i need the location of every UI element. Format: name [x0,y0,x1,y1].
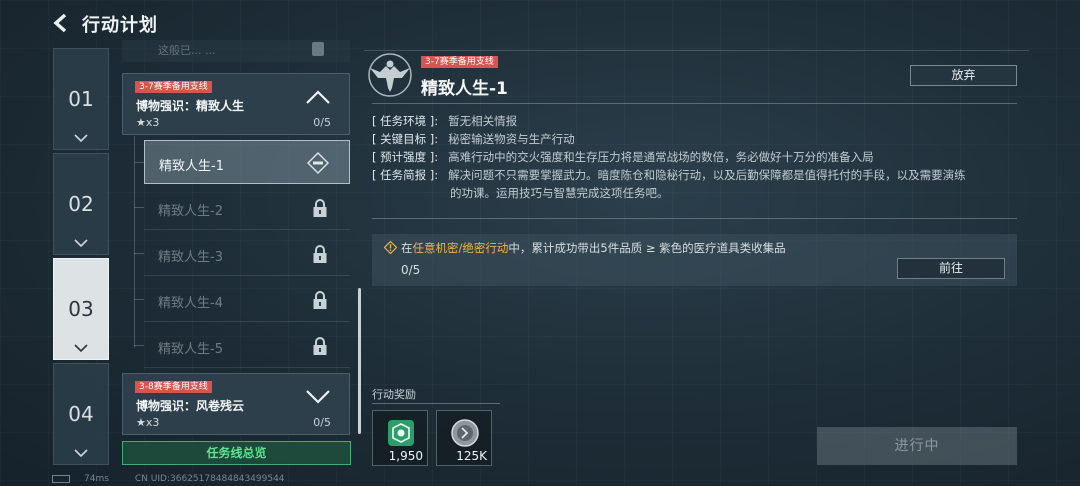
info-environment: [ 任务环境 ]: 暂无相关情报 [372,113,517,130]
sub-quest-5[interactable]: 精致人生-5 [134,324,350,368]
reward-quantity: 1,950 [388,449,423,463]
quest-list-scrollbar[interactable] [358,288,361,434]
info-key: [ 关键目标 ]: [372,132,439,146]
back-button[interactable] [50,12,74,34]
quest-stars: ★x3 [136,416,160,429]
sub-quest-1[interactable]: 精致人生-1 [135,140,350,184]
chapter-number: 03 [68,297,94,321]
info-value: 高难行动中的交火强度和生存压力将是通常战场的数倍，务必做好十万分的准备入局 [448,150,874,164]
info-brief-cont: 的功课。运用技巧与智慧完成这项任务吧。 [450,185,669,202]
info-value: 的功课。运用技巧与智慧完成这项任务吧。 [450,186,669,200]
panel-top-border [364,50,1029,51]
quest-stars: ★x3 [136,116,160,129]
task-text-post: 中，累计成功带出5件品质 ≥ 紫色的医疗道具类收集品 [508,241,786,255]
task-progress: 0/5 [401,263,421,277]
quest-progress: 0/5 [313,416,331,429]
reward-quantity: 125K [456,449,487,463]
ping-readout: 74ms [84,474,109,484]
quest-list: 这般已... ... 3-7赛季备用支线 博物强识：精致人生 ★x3 0/5 精… [122,40,354,466]
chapter-number: 02 [68,192,94,216]
tree-branch [134,253,144,254]
chapter-tab-02[interactable]: 02 [53,153,109,255]
chapter-number: 04 [68,402,94,426]
chapter-tab-01[interactable]: 01 [53,48,109,150]
task-description: 在任意机密/绝密行动中，累计成功带出5件品质 ≥ 紫色的医疗道具类收集品 [401,240,786,256]
back-arrow-icon [53,13,67,33]
task-objective: 在任意机密/绝密行动中，累计成功带出5件品质 ≥ 紫色的医疗道具类收集品 0/5… [372,234,1017,286]
reward-item[interactable]: 125K [436,410,492,466]
tree-branch [135,162,145,163]
lock-icon [313,337,327,355]
reward-label: 行动奖励 [372,388,416,401]
quest-card-next[interactable]: 3-8赛季备用支线 博物强识：风卷残云 ★x3 0/5 [122,373,350,435]
lock-icon [313,245,327,263]
diamond-info-icon [384,241,397,254]
chevron-up-icon[interactable] [305,88,331,106]
sub-quest-label: 精致人生-1 [159,159,224,174]
in-progress-button: 进行中 [817,427,1017,465]
info-key: [ 任务环境 ]: [372,114,439,128]
sub-quest-label: 精致人生-2 [158,204,223,219]
info-value: 解决问题不只需要掌握武力。暗度陈仓和隐秘行动，以及后勤保障都是值得托付的手段，以… [448,168,966,182]
detail-title: 精致人生-1 [421,79,508,99]
lock-icon [313,199,327,217]
info-key: [ 预计强度 ]: [372,150,439,164]
quest-card-current[interactable]: 3-7赛季备用支线 博物强识：精致人生 ★x3 0/5 [122,73,350,135]
chapter-tab-04[interactable]: 04 [53,363,109,465]
chevron-down-icon [74,344,88,353]
season-tag: 3-7赛季备用支线 [135,81,212,93]
divider [372,103,1017,104]
tree-connector [134,136,135,348]
info-value: 暂无相关情报 [448,114,518,128]
previous-quest-text: 这般已... ... [158,44,216,57]
quest-name: 博物强识：精致人生 [136,99,245,113]
previous-quest-row[interactable]: 这般已... ... [122,40,350,62]
battery-icon [52,474,70,483]
task-text-pre: 在 [401,241,413,255]
sub-quest-label: 精致人生-4 [158,296,223,311]
silver-coin-icon [451,419,479,447]
sub-quest-label: 精致人生-5 [158,342,223,357]
abandon-button[interactable]: 放弃 [910,65,1017,86]
reward-divider [372,403,500,404]
chevron-down-icon [74,239,88,248]
task-highlight: 任意机密/绝密行动 [412,241,509,255]
status-bar: 74ms CN UID:36625178484843499544 [52,474,311,484]
chevron-down-icon[interactable] [305,388,331,406]
quest-progress: 0/5 [313,116,331,129]
info-goal: [ 关键目标 ]: 秘密输送物资与生产行动 [372,131,575,148]
tree-branch [134,299,144,300]
chapter-tab-03[interactable]: 03 [53,258,109,360]
tree-branch [134,345,144,346]
page-title: 行动计划 [82,15,158,36]
reward-item[interactable]: 1,950 [372,410,428,466]
sub-quest-label: 精致人生-3 [158,250,223,265]
info-value: 秘密输送物资与生产行动 [448,132,575,146]
info-intensity: [ 预计强度 ]: 高难行动中的交火强度和生存压力将是通常战场的数倍，务必做好十万… [372,149,874,166]
info-key: [ 任务简报 ]: [372,168,439,182]
active-diamond-icon [307,152,329,174]
quest-name: 博物强识：风卷残云 [136,399,245,413]
lock-icon [312,42,324,56]
eagle-emblem-icon [368,53,412,97]
chapter-number: 01 [68,87,94,111]
goto-button[interactable]: 前往 [897,258,1005,279]
lock-icon [313,291,327,309]
chevron-down-icon [74,449,88,458]
season-tag: 3-7赛季备用支线 [421,56,498,68]
uid-readout: CN UID:36625178484843499544 [134,474,285,484]
sub-quest-4[interactable]: 精致人生-4 [134,278,350,322]
season-tag: 3-8赛季备用支线 [135,381,212,393]
green-badge-icon [388,420,414,446]
chevron-down-icon [74,134,88,143]
overview-button[interactable]: 任务线总览 [122,441,351,465]
info-brief: [ 任务简报 ]: 解决问题不只需要掌握武力。暗度陈仓和隐秘行动，以及后勤保障都是… [372,167,966,184]
tree-branch [134,207,144,208]
sub-quest-3[interactable]: 精致人生-3 [134,232,350,276]
divider [372,218,1017,219]
sub-quest-2[interactable]: 精致人生-2 [134,186,350,230]
